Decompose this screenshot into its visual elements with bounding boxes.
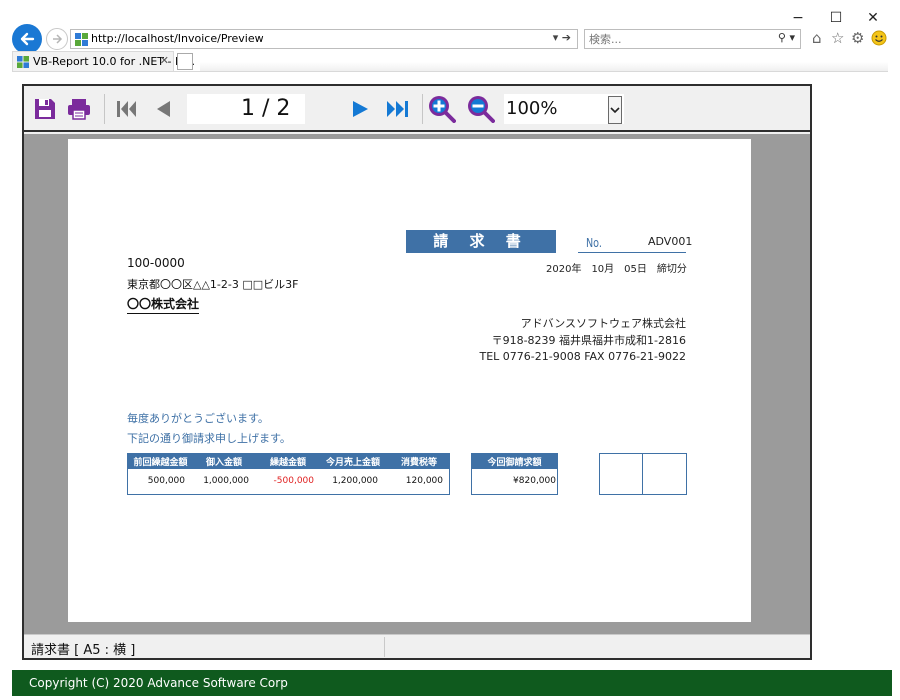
sender-phone-fax: TEL 0776-21-9008 FAX 0776-21-9022 — [479, 350, 686, 363]
status-text: 請求書 [ A5 : 横 ] — [31, 643, 136, 658]
sender-name: アドバンスソフトウェア株式会社 — [520, 317, 686, 330]
table-header-cell: 御入金額 — [205, 458, 242, 468]
invoice-number-label: No. — [586, 236, 602, 250]
save-button[interactable] — [31, 95, 59, 123]
status-divider — [384, 637, 385, 657]
invoice-title: 請 求 書 — [406, 230, 556, 253]
total-table: 今回御請求額 ¥820,000 — [471, 453, 558, 495]
page-total: / 2 — [262, 96, 291, 121]
search-icon[interactable]: ⚲ ▾ — [778, 31, 795, 44]
zoom-out-icon — [468, 96, 495, 123]
table-value-cell: 1,200,000 — [332, 476, 378, 486]
back-button[interactable] — [12, 24, 42, 54]
favorites-star-icon[interactable]: ☆ — [831, 30, 844, 46]
invoice-number-underline — [578, 252, 686, 253]
chevron-down-icon — [610, 107, 620, 114]
home-icon[interactable]: ⌂ — [812, 30, 822, 46]
search-box[interactable]: ⚲ ▾ — [584, 29, 801, 49]
summary-table: 前回繰越金額 御入金額 繰越金額 今月売上金額 消費税等 500,000 1,0… — [127, 453, 450, 495]
recipient-zip: 100-0000 — [127, 256, 185, 270]
browser-tab-active[interactable]: VB-Report 10.0 for .NET - M... ✕ — [12, 51, 195, 72]
prev-page-button[interactable] — [149, 95, 177, 123]
next-page-button[interactable] — [347, 95, 375, 123]
forward-button[interactable] — [46, 28, 68, 50]
last-page-icon — [387, 101, 408, 117]
table-value-cell: 1,000,000 — [203, 476, 249, 486]
viewer-toolbar: 1 / 2 100% — [24, 86, 810, 132]
stamp-boxes — [599, 453, 687, 495]
sender-address: 〒918-8239 福井県福井市成和1-2816 — [491, 334, 686, 347]
toolbar-separator — [422, 94, 423, 124]
page-footer: Copyright (C) 2020 Advance Software Corp — [12, 670, 892, 696]
recipient-address: 東京都〇〇区△△1-2-3 □□ビル3F — [127, 278, 299, 291]
smiley-feedback-icon[interactable] — [871, 30, 887, 46]
table-header-cell: 今月売上金額 — [325, 458, 380, 468]
summary-table-header: 前回繰越金額 御入金額 繰越金額 今月売上金額 消費税等 — [128, 454, 449, 469]
zoom-in-icon — [429, 96, 456, 123]
address-bar[interactable]: http://localhost/Invoice/Preview ▾ ➔ — [70, 29, 578, 49]
new-tab-button[interactable] — [177, 53, 193, 70]
invoice-number-value: ADV001 — [648, 235, 693, 248]
search-input[interactable] — [589, 31, 759, 47]
print-button[interactable] — [65, 95, 93, 123]
print-icon — [68, 99, 90, 120]
close-window-button[interactable]: ✕ — [858, 8, 888, 28]
first-page-icon — [117, 101, 136, 117]
table-header-cell: 繰越金額 — [269, 458, 306, 468]
address-url[interactable]: http://localhost/Invoice/Preview — [91, 32, 264, 45]
recipient-company: 〇〇株式会社 — [127, 295, 200, 314]
save-icon — [35, 99, 55, 119]
total-amount: ¥820,000 — [513, 476, 556, 486]
arrow-right-icon — [53, 34, 63, 44]
zoom-in-button[interactable] — [428, 95, 456, 123]
next-page-icon — [353, 101, 368, 117]
first-page-button[interactable] — [113, 95, 141, 123]
tab-title: VB-Report 10.0 for .NET - M... — [33, 55, 195, 68]
zoom-dropdown-button[interactable] — [608, 96, 622, 124]
table-header-cell: 今回御請求額 — [487, 458, 542, 468]
toolbar-separator — [104, 94, 105, 124]
last-page-button[interactable] — [384, 95, 412, 123]
report-viewer: 1 / 2 100% 請 求 書 No. ADV001 2020年 10月 05… — [22, 84, 812, 660]
zoom-value[interactable]: 100% — [506, 98, 557, 119]
stamp-divider — [642, 454, 643, 494]
table-header-cell: 消費税等 — [400, 458, 437, 468]
arrow-left-icon — [20, 32, 35, 46]
browser-chrome: − ☐ ✕ http://localhost/Invoice/Preview ▾… — [0, 0, 900, 78]
zoom-select[interactable]: 100% — [504, 94, 624, 124]
table-header-cell: 前回繰越金額 — [133, 458, 188, 468]
preview-canvas[interactable]: 請 求 書 No. ADV001 2020年 10月 05日 締切分 100-0… — [24, 134, 810, 634]
current-page-number[interactable]: 1 — [187, 96, 255, 121]
greeting-line: 毎度ありがとうございます。 — [127, 412, 269, 425]
total-table-header: 今回御請求額 — [472, 454, 557, 469]
prev-page-icon — [157, 101, 170, 117]
viewer-status-bar: 請求書 [ A5 : 横 ] — [24, 634, 810, 658]
zoom-out-button[interactable] — [467, 95, 495, 123]
copyright-text: Copyright (C) 2020 Advance Software Corp — [29, 676, 288, 690]
address-controls-icon[interactable]: ▾ ➔ — [553, 31, 571, 44]
site-icon — [75, 33, 88, 46]
invoice-date: 2020年 10月 05日 締切分 — [546, 264, 687, 275]
minimize-button[interactable]: − — [783, 8, 813, 28]
tab-close-icon[interactable]: ✕ — [160, 54, 169, 67]
site-icon — [17, 56, 29, 68]
report-page: 請 求 書 No. ADV001 2020年 10月 05日 締切分 100-0… — [68, 139, 751, 622]
gear-icon[interactable]: ⚙ — [851, 30, 864, 46]
maximize-button[interactable]: ☐ — [821, 8, 851, 28]
table-value-cell: 120,000 — [405, 476, 443, 486]
tabstrip-divider — [12, 71, 888, 72]
page-indicator[interactable]: 1 / 2 — [187, 94, 305, 124]
greeting-line: 下記の通り御請求申し上げます。 — [127, 432, 291, 445]
table-value-cell: 500,000 — [147, 476, 185, 486]
table-value-cell-negative: -500,000 — [273, 476, 314, 486]
